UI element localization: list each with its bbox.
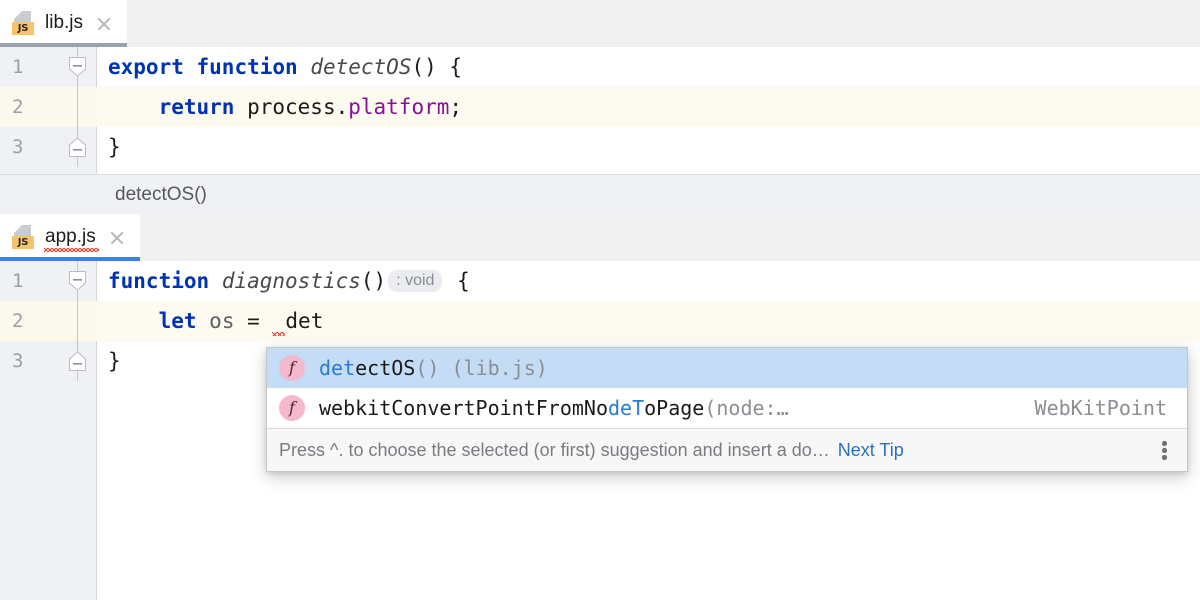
fold-guide-line — [77, 301, 78, 341]
line-number: 2 — [0, 310, 58, 332]
fold-column[interactable] — [58, 127, 97, 167]
js-file-icon: JS — [12, 11, 34, 37]
code-line-row[interactable]: 2 return process.platform; — [0, 87, 1200, 127]
tab-strip-app: JS app.js — [0, 214, 1200, 261]
completion-label-segment: T — [632, 396, 644, 420]
code-token: detectOS — [310, 55, 411, 79]
fold-close-icon[interactable] — [69, 137, 86, 157]
completion-item[interactable]: f webkitConvertPointFromNodeToPage(node:…… — [267, 388, 1187, 428]
code-completion-popup: fdetectOS() (lib.js)fwebkitConvertPointF… — [266, 347, 1188, 472]
fold-column[interactable] — [58, 87, 97, 127]
code-token: diagnostics — [222, 269, 361, 293]
code-line-text: } — [97, 127, 121, 167]
completion-item-type: WebKitPoint — [1035, 396, 1187, 420]
completion-tip-bar: Press ^. to choose the selected (or firs… — [267, 428, 1187, 471]
close-icon[interactable] — [108, 229, 126, 247]
fold-guide-line — [77, 87, 78, 127]
line-number: 2 — [0, 96, 58, 118]
code-token — [108, 95, 159, 119]
code-token: () { — [411, 55, 462, 79]
fold-column[interactable] — [58, 47, 97, 87]
tab-strip-lib: JS lib.js — [0, 0, 1200, 47]
code-token: os — [209, 309, 234, 333]
completion-label-segment: det — [319, 356, 355, 380]
code-token — [197, 309, 210, 333]
code-line-row[interactable]: 3} — [0, 127, 1200, 167]
code-line-text: let os = det — [97, 301, 323, 341]
completion-label-segment: () — [415, 356, 439, 380]
code-token: platform — [348, 95, 449, 119]
code-line-text: return process.platform; — [97, 87, 462, 127]
code-line-text: } — [97, 341, 121, 381]
line-number: 3 — [0, 136, 58, 158]
line-number: 1 — [0, 56, 58, 78]
fold-column[interactable] — [58, 301, 97, 341]
code-token: process. — [234, 95, 348, 119]
inlay-type-hint: : void — [388, 270, 442, 292]
code-token: return — [159, 95, 235, 119]
editor-tab-label-app-js: app.js — [45, 226, 96, 249]
line-number: 3 — [0, 350, 58, 372]
completion-label-segment: Page — [656, 396, 704, 420]
code-token: = — [234, 309, 272, 333]
error-squiggle-icon — [272, 320, 285, 341]
completion-list: fdetectOS() (lib.js)fwebkitConvertPointF… — [267, 348, 1187, 428]
code-token: () — [361, 269, 386, 293]
code-area-lib[interactable]: 1export function detectOS() {2 return pr… — [0, 47, 1200, 174]
js-file-icon: JS — [12, 225, 34, 251]
completion-item-label: detectOS() (lib.js) — [319, 356, 1187, 380]
code-line-row[interactable]: 2 let os = det — [0, 301, 1200, 341]
completion-label-segment: o — [644, 396, 656, 420]
code-token — [298, 55, 311, 79]
fold-open-icon[interactable] — [69, 57, 86, 77]
code-line-text: function diagnostics(): void { — [97, 261, 470, 301]
editor-pane-lib: JS lib.js 1export function detectOS() {2… — [0, 0, 1200, 214]
code-token: det — [285, 309, 323, 333]
code-token — [209, 269, 222, 293]
breadcrumb-lib[interactable]: detectOS() — [0, 174, 1200, 214]
fold-column[interactable] — [58, 261, 97, 301]
next-tip-link[interactable]: Next Tip — [838, 440, 904, 461]
code-token: { — [444, 269, 469, 293]
code-token: function — [197, 55, 298, 79]
code-token: function — [108, 269, 209, 293]
js-file-icon-badge: JS — [12, 236, 34, 249]
editor-tab-label-lib-js: lib.js — [45, 12, 83, 35]
completion-item[interactable]: fdetectOS() (lib.js) — [267, 348, 1187, 388]
code-line-row[interactable]: 1 export function detectOS() { — [0, 47, 1200, 87]
code-token: let — [159, 309, 197, 333]
code-token — [108, 309, 159, 333]
completion-label-segment: webkitConvertPointFromNo — [319, 396, 608, 420]
fold-column[interactable] — [58, 341, 97, 381]
editor-tab-app-js[interactable]: JS app.js — [0, 214, 140, 261]
ide-window: JS lib.js 1export function detectOS() {2… — [0, 0, 1200, 600]
completion-item-label: webkitConvertPointFromNodeToPage(node:… — [319, 396, 1035, 420]
function-icon: f — [279, 355, 305, 381]
js-file-icon-badge: JS — [12, 22, 34, 35]
fold-close-icon[interactable] — [69, 351, 86, 371]
code-token: ; — [449, 95, 462, 119]
code-line-row[interactable]: 1 function diagnostics(): void { — [0, 261, 1200, 301]
code-token: } — [108, 135, 121, 159]
code-token: } — [108, 349, 121, 373]
line-number: 1 — [0, 270, 58, 292]
close-icon[interactable] — [95, 15, 113, 33]
function-icon: f — [279, 395, 305, 421]
completion-label-segment — [439, 356, 451, 380]
kebab-menu-icon[interactable] — [1153, 437, 1175, 463]
completion-label-segment: de — [608, 396, 632, 420]
completion-label-segment: (lib.js) — [451, 356, 547, 380]
editor-tab-lib-js[interactable]: JS lib.js — [0, 0, 127, 47]
completion-label-segment: (node:… — [704, 396, 788, 420]
code-token: export — [108, 55, 184, 79]
completion-tip-text: Press ^. to choose the selected (or firs… — [279, 440, 830, 461]
code-line-text: export function detectOS() { — [97, 47, 462, 87]
completion-label-segment: ectOS — [355, 356, 415, 380]
fold-open-icon[interactable] — [69, 271, 86, 291]
code-token — [184, 55, 197, 79]
